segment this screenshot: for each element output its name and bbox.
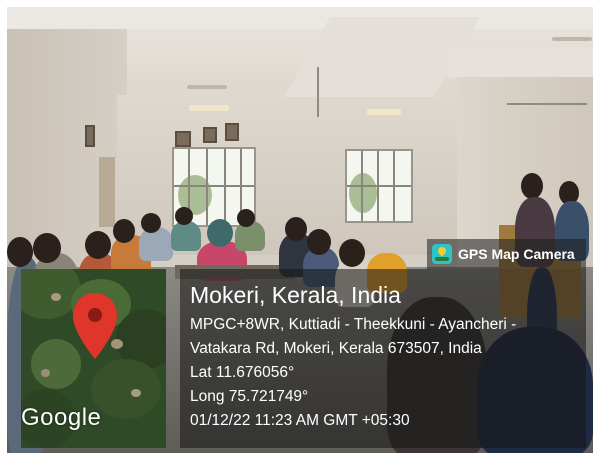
conduit-pipe — [317, 67, 319, 117]
location-info-panel: Mokeri, Kerala, India MPGC+8WR, Kuttiadi… — [180, 269, 586, 448]
longitude: Long 75.721749° — [190, 388, 309, 405]
student-head — [33, 233, 61, 263]
ceiling-fan — [552, 37, 592, 41]
wall-frame — [225, 123, 239, 141]
student-head — [85, 231, 111, 259]
student-head — [175, 207, 193, 225]
conduit-pipe — [507, 103, 587, 105]
student-head — [285, 217, 307, 241]
gps-map-camera-badge: GPS Map Camera — [427, 239, 586, 269]
timestamp: 01/12/22 11:23 AM GMT +05:30 — [190, 412, 410, 429]
student-head — [7, 237, 33, 267]
student-head — [237, 209, 255, 227]
ceiling-beam — [7, 7, 593, 29]
student — [171, 221, 201, 251]
wall-frame — [203, 127, 217, 143]
student-head — [339, 239, 365, 267]
student-head — [207, 219, 233, 247]
badge-app-name: GPS Map Camera — [458, 246, 575, 262]
tube-light — [367, 109, 401, 115]
window-right — [345, 149, 413, 223]
address-line-1: MPGC+8WR, Kuttiadi - Theekkuni - Ayanche… — [190, 316, 517, 333]
door — [99, 157, 115, 227]
speaker-head — [521, 173, 543, 199]
wall-frame — [175, 131, 191, 147]
latitude: Lat 11.676056° — [190, 364, 295, 381]
location-title: Mokeri, Kerala, India — [190, 282, 401, 308]
student — [139, 227, 173, 261]
ceiling-beam — [447, 47, 593, 77]
gps-map-camera-logo-icon — [432, 244, 452, 264]
student-head — [141, 213, 161, 233]
google-logo: Google — [21, 404, 102, 431]
student-head — [307, 229, 331, 255]
address-line-2: Vatakara Rd, Mokeri, Kerala 673507, Indi… — [190, 340, 482, 357]
map-pin-icon — [73, 293, 117, 359]
student-head — [113, 219, 135, 243]
ceiling-fan — [187, 85, 227, 89]
wall-frame — [85, 125, 95, 147]
tube-light — [189, 105, 229, 111]
